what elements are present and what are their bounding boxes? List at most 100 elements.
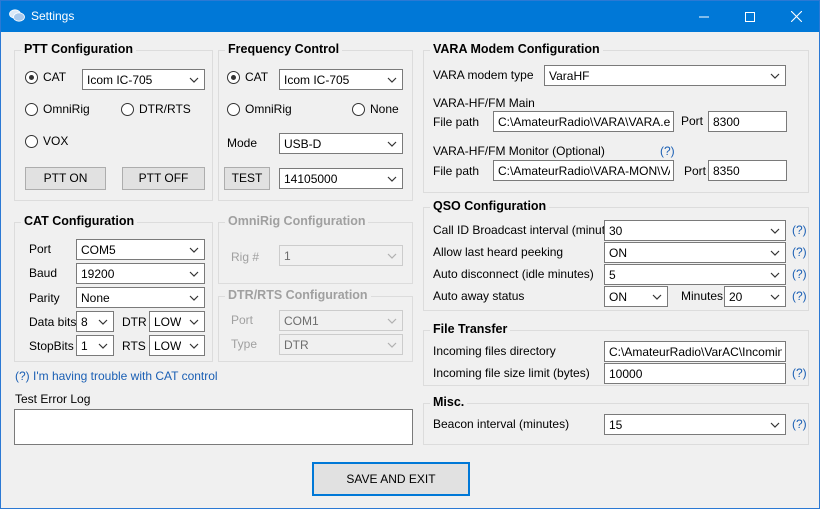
freq-omnirig-radio[interactable] (227, 103, 240, 116)
qso-minutes-select[interactable]: 20 (724, 286, 786, 307)
chevron-down-icon (387, 253, 397, 259)
freq-none-radio[interactable] (352, 103, 365, 116)
ptt-off-button[interactable]: PTT OFF (122, 167, 205, 190)
dtr-rts-port-value: COM1 (284, 314, 319, 328)
qso-peek-select[interactable]: ON (604, 242, 786, 263)
ft-dir-label: Incoming files directory (433, 344, 556, 358)
vara-monitor-port-field[interactable]: 8350 (708, 160, 787, 181)
freq-mode-label: Mode (227, 136, 258, 150)
cat-parity-select[interactable]: None (76, 287, 205, 308)
chevron-down-icon (770, 294, 780, 300)
cat-databits-label: Data bits (29, 315, 77, 329)
qso-callid-help[interactable]: (?) (792, 223, 807, 237)
vara-main-label: VARA-HF/FM Main (433, 96, 535, 110)
ptt-cat-label: CAT (43, 70, 67, 84)
qso-minutes-label: Minutes (681, 289, 724, 303)
ft-dir-value: C:\AmateurRadio\VarAC\Incoming (609, 345, 782, 359)
cat-baud-select[interactable]: 19200 (76, 263, 205, 284)
chevron-down-icon (387, 141, 397, 147)
chevron-down-icon (189, 295, 199, 301)
vara-type-select[interactable]: VaraHF (544, 65, 786, 86)
ptt-cat-rig-select[interactable]: Icom IC-705 (82, 69, 205, 90)
qso-callid-value: 30 (609, 224, 623, 238)
ft-limit-label: Incoming file size limit (bytes) (433, 366, 590, 380)
freq-cat-rig-value: Icom IC-705 (284, 73, 350, 87)
chevron-down-icon (770, 422, 780, 428)
vara-main-path-field[interactable]: C:\AmateurRadio\VARA\VARA.exe (493, 111, 674, 132)
qso-away-help[interactable]: (?) (792, 289, 807, 303)
save-and-exit-button[interactable]: SAVE AND EXIT (312, 462, 470, 496)
cat-rts-value: LOW (154, 339, 182, 353)
close-button[interactable] (773, 1, 819, 32)
omnirig-rig-select[interactable]: 1 (279, 245, 403, 266)
cat-port-label: Port (29, 242, 52, 256)
freq-cat-label: CAT (245, 70, 269, 84)
vara-monitor-help-link[interactable]: (?) (660, 144, 675, 158)
freq-mode-select[interactable]: USB-D (279, 133, 403, 154)
settings-window: Settings PTT Configuration CAT Icom IC-7… (0, 0, 820, 509)
chevron-down-icon (189, 247, 199, 253)
cat-databits-select[interactable]: 8 (76, 311, 114, 332)
qso-away-label: Auto away status (433, 289, 525, 303)
omnirig-configuration-title: OmniRig Configuration (225, 214, 369, 228)
qso-autodisc-help[interactable]: (?) (792, 267, 807, 281)
ft-limit-help[interactable]: (?) (792, 366, 807, 380)
maximize-icon (745, 12, 755, 22)
test-error-log-box[interactable] (14, 409, 413, 445)
omnirig-rig-label: Rig # (231, 250, 260, 264)
cat-baud-value: 19200 (81, 267, 115, 281)
cat-dtr-value: LOW (154, 315, 182, 329)
vara-monitor-port-label: Port (684, 164, 707, 178)
dtr-rts-port-select[interactable]: COM1 (279, 310, 403, 331)
freq-test-button[interactable]: TEST (224, 167, 270, 190)
chevron-down-icon (189, 319, 199, 325)
qso-callid-select[interactable]: 30 (604, 220, 786, 241)
freq-omnirig-label: OmniRig (245, 102, 292, 116)
vara-monitor-path-field[interactable]: C:\AmateurRadio\VARA-MON\VARA (493, 160, 674, 181)
dtr-rts-port-label: Port (231, 313, 254, 327)
ft-limit-value: 10000 (609, 367, 643, 381)
dtr-rts-type-value: DTR (284, 338, 309, 352)
chevron-down-icon (387, 342, 397, 348)
ptt-cat-radio[interactable] (25, 71, 38, 84)
chevron-down-icon (770, 272, 780, 278)
cat-dtr-select[interactable]: LOW (149, 311, 205, 332)
ft-dir-field[interactable]: C:\AmateurRadio\VarAC\Incoming (604, 341, 786, 362)
dtr-rts-type-select[interactable]: DTR (279, 334, 403, 355)
freq-cat-rig-select[interactable]: Icom IC-705 (279, 69, 403, 90)
qso-away-select[interactable]: ON (604, 286, 668, 307)
freq-cat-radio[interactable] (227, 71, 240, 84)
cat-trouble-link[interactable]: (?) I'm having trouble with CAT control (15, 369, 218, 383)
cat-rts-select[interactable]: LOW (149, 335, 205, 356)
ft-limit-field[interactable]: 10000 (604, 363, 786, 384)
qso-autodisc-select[interactable]: 5 (604, 264, 786, 285)
omnirig-rig-value: 1 (284, 249, 291, 263)
vara-main-port-value: 8300 (713, 115, 740, 129)
maximize-button[interactable] (727, 1, 773, 32)
minimize-button[interactable] (681, 1, 727, 32)
freq-frequency-select[interactable]: 14105000 (279, 168, 403, 189)
freq-none-label: None (370, 102, 399, 116)
cat-stopbits-label: StopBits (29, 339, 74, 353)
cat-dtr-label: DTR (122, 315, 147, 329)
misc-beacon-value: 15 (609, 418, 623, 432)
ptt-dtr-rts-radio[interactable] (121, 103, 134, 116)
misc-beacon-select[interactable]: 15 (604, 414, 786, 435)
vara-main-port-field[interactable]: 8300 (708, 111, 787, 132)
cat-parity-label: Parity (29, 291, 60, 305)
qso-autodisc-label: Auto disconnect (idle minutes) (433, 267, 594, 281)
minimize-icon (699, 16, 709, 18)
freq-frequency-value: 14105000 (284, 172, 338, 186)
qso-peek-help[interactable]: (?) (792, 245, 807, 259)
misc-beacon-help[interactable]: (?) (792, 417, 807, 431)
cat-stopbits-select[interactable]: 1 (76, 335, 114, 356)
chevron-down-icon (652, 294, 662, 300)
cat-port-select[interactable]: COM5 (76, 239, 205, 260)
dtr-rts-configuration-title: DTR/RTS Configuration (225, 288, 371, 302)
ptt-on-button[interactable]: PTT ON (25, 167, 106, 190)
cat-stopbits-value: 1 (81, 339, 88, 353)
ptt-omnirig-radio[interactable] (25, 103, 38, 116)
ptt-vox-radio[interactable] (25, 135, 38, 148)
qso-callid-label: Call ID Broadcast interval (minutes) (433, 223, 622, 237)
cat-rts-label: RTS (122, 339, 146, 353)
